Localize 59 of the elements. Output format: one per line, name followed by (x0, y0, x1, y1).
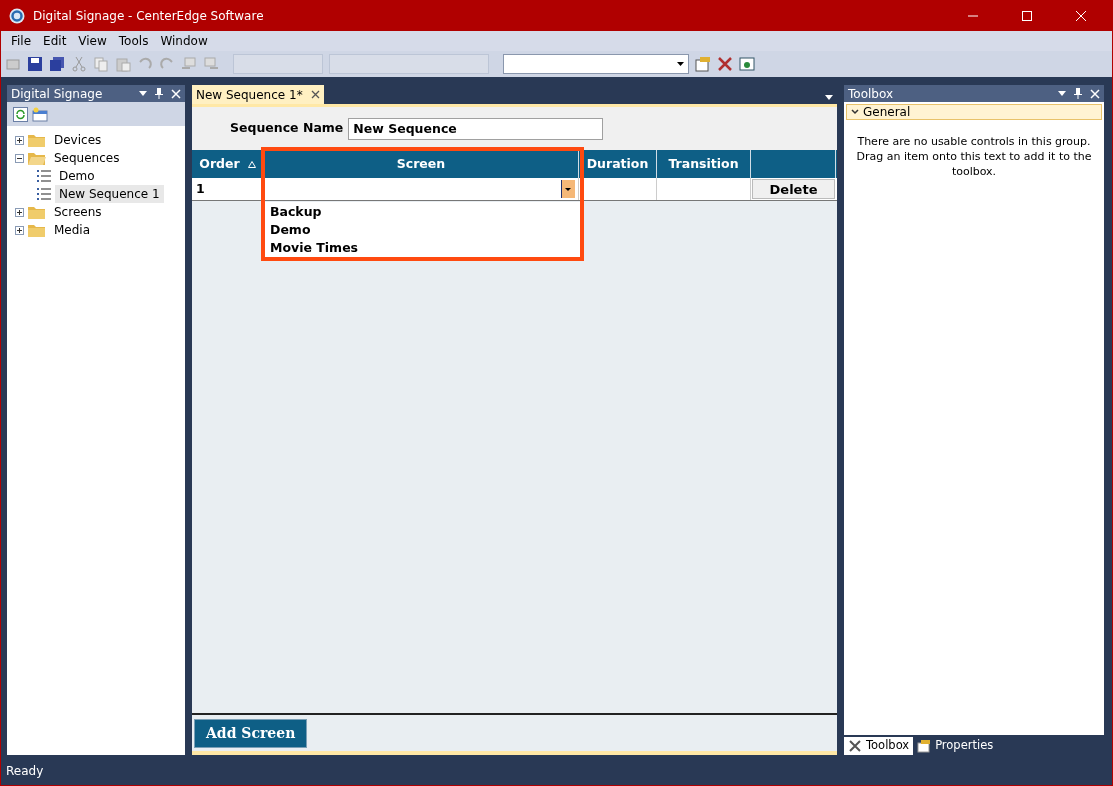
table-cell: 1 (192, 178, 264, 200)
group-header[interactable]: General (846, 104, 1102, 120)
window-icon[interactable] (739, 56, 755, 72)
chevron-down-icon (851, 109, 859, 115)
list-icon (37, 169, 51, 183)
dropdown-option[interactable]: Demo (265, 221, 580, 239)
caret-icon[interactable] (561, 180, 575, 198)
caret-icon (677, 62, 684, 66)
document-tab[interactable]: New Sequence 1* (192, 85, 324, 104)
expand-icon[interactable] (15, 207, 24, 217)
menu-item[interactable]: File (5, 32, 38, 50)
tree-item[interactable]: Media (50, 221, 95, 239)
dropdown-option[interactable]: Backup (265, 203, 580, 221)
save-all-icon[interactable] (49, 56, 65, 72)
expand-icon[interactable] (15, 225, 24, 235)
window-title: Digital Signage - CenterEdge Software (33, 8, 264, 25)
close-icon[interactable] (310, 90, 320, 99)
dropdown-icon[interactable] (1058, 91, 1066, 96)
empty-group-message: There are no usable controls in this group. Drag an item onto this text to add it to the toolbox. (855, 134, 1093, 179)
tree-item[interactable]: Demo (55, 167, 99, 185)
app-logo-icon (9, 8, 25, 24)
menu-item[interactable]: View (72, 32, 113, 50)
new-item-icon[interactable] (32, 106, 48, 122)
list-icon (37, 187, 51, 201)
field-label: Sequence Name (230, 119, 344, 138)
add-screen-button[interactable]: Add Screen (194, 718, 308, 748)
refresh-icon[interactable] (13, 106, 28, 122)
dropdown-icon[interactable] (139, 91, 147, 96)
delete-button[interactable]: Delete (752, 179, 835, 199)
pin-icon[interactable] (1074, 88, 1082, 99)
properties-icon[interactable] (695, 56, 711, 72)
open-folder-icon (28, 151, 46, 165)
properties-icon (917, 739, 932, 753)
dropdown-field[interactable] (503, 54, 689, 74)
expand-icon[interactable] (15, 135, 24, 145)
menu-item[interactable]: Window (154, 32, 214, 50)
pin-icon[interactable] (155, 88, 163, 99)
tree-item[interactable]: Devices (50, 131, 106, 149)
panel-title: Digital Signage (11, 85, 103, 103)
dropdown-field[interactable] (329, 54, 489, 74)
panel-title: Toolbox (848, 85, 893, 103)
sort-icon (247, 160, 256, 168)
folder-icon (28, 223, 46, 237)
panel-tab[interactable]: Toolbox (844, 737, 914, 755)
save-icon[interactable] (27, 56, 43, 72)
dropdown-field[interactable] (233, 54, 323, 74)
menu-item[interactable]: Edit (37, 32, 73, 50)
collapse-icon[interactable] (15, 153, 24, 163)
status-text: Ready (6, 763, 44, 780)
input-field[interactable]: New Sequence (348, 117, 604, 140)
panel-tab[interactable]: Properties (913, 737, 998, 755)
menu-item[interactable]: Tools (112, 32, 155, 50)
dropdown-option[interactable]: Movie Times (265, 239, 580, 257)
folder-icon (28, 133, 46, 147)
tree-item[interactable]: New Sequence 1 (55, 185, 164, 203)
folder-icon (28, 205, 46, 219)
tree-item[interactable]: Sequences (50, 149, 124, 167)
tree-item[interactable]: Screens (50, 203, 106, 221)
dropdown-icon[interactable] (825, 95, 833, 100)
